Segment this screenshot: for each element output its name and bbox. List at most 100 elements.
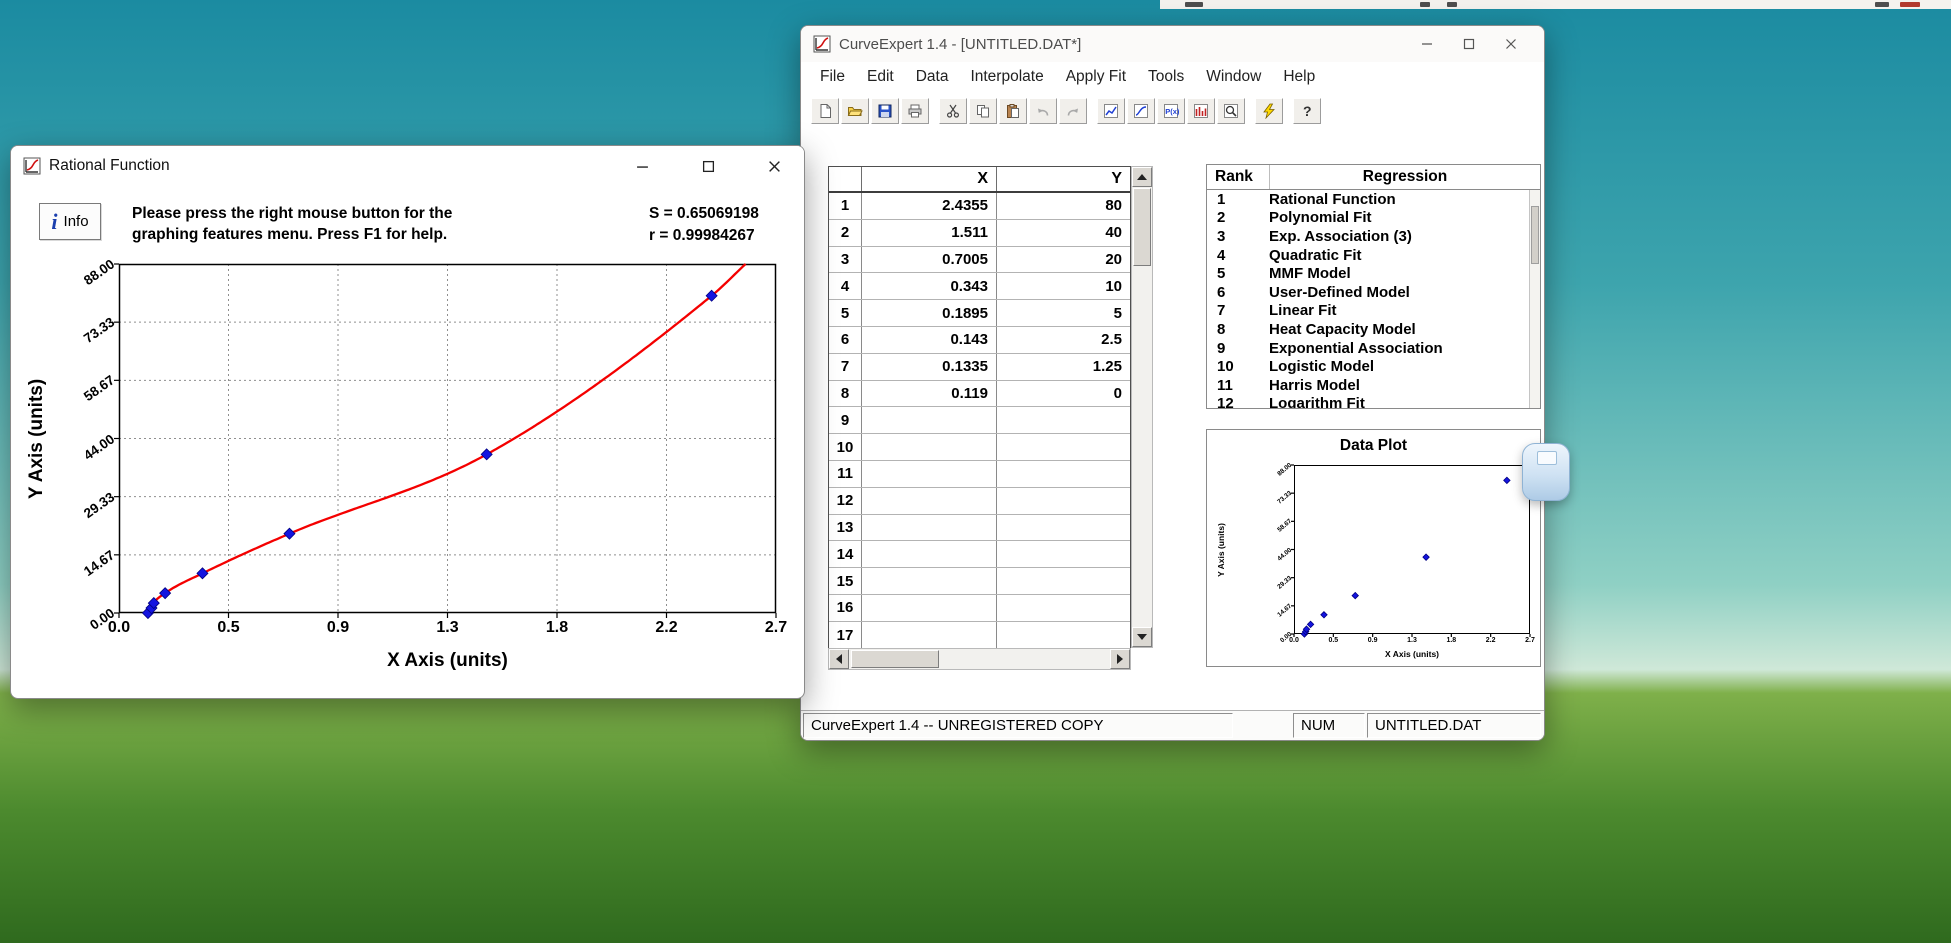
corner-header-cell[interactable] (829, 167, 862, 191)
cell-x[interactable]: 0.119 (862, 380, 997, 407)
regression-list-item[interactable]: 8 Heat Capacity Model (1207, 320, 1540, 339)
row-number[interactable]: 14 (829, 541, 862, 568)
scroll-up-button[interactable] (1132, 167, 1152, 187)
cell-x[interactable]: 0.143 (862, 326, 997, 353)
help-button[interactable]: ? (1293, 98, 1321, 124)
cell-x[interactable] (862, 621, 997, 649)
row-number[interactable]: 3 (829, 246, 862, 273)
cell-x[interactable]: 0.1895 (862, 300, 997, 326)
row-number[interactable]: 11 (829, 460, 862, 487)
row-number[interactable]: 9 (829, 407, 862, 434)
menu-data[interactable]: Data (905, 68, 960, 86)
menu-apply-fit[interactable]: Apply Fit (1055, 68, 1137, 86)
regression-list-item[interactable]: 12 Logarithm Fit (1207, 395, 1540, 408)
cell-y[interactable]: 10 (997, 273, 1130, 299)
cell-y[interactable] (997, 461, 1130, 487)
row-number[interactable]: 5 (829, 300, 862, 326)
table-vertical-scrollbar[interactable] (1131, 166, 1153, 648)
cell-y[interactable]: 20 (997, 247, 1130, 273)
table-horizontal-scrollbar[interactable] (828, 648, 1131, 670)
zoom-fit-button[interactable] (1217, 98, 1245, 124)
paste-button[interactable] (999, 98, 1027, 124)
column-header-y[interactable]: Y (997, 167, 1130, 191)
cell-x[interactable] (862, 594, 997, 621)
row-number[interactable]: 17 (829, 621, 862, 649)
cell-x[interactable]: 1.511 (862, 219, 997, 246)
cell-y[interactable] (997, 595, 1130, 621)
menu-file[interactable]: File (809, 68, 856, 86)
redo-button[interactable] (1059, 98, 1087, 124)
cell-y[interactable] (997, 488, 1130, 514)
cell-y[interactable]: 0 (997, 381, 1130, 407)
rank-fits-button[interactable] (1187, 98, 1215, 124)
cell-x[interactable]: 0.1335 (862, 353, 997, 380)
cell-x[interactable] (862, 460, 997, 487)
scrollbar-thumb[interactable] (1531, 206, 1539, 264)
cell-y[interactable] (997, 434, 1130, 460)
row-number[interactable]: 7 (829, 353, 862, 380)
row-number[interactable]: 4 (829, 273, 862, 300)
row-number[interactable]: 2 (829, 219, 862, 246)
linear-fit-button[interactable] (1097, 98, 1125, 124)
scroll-down-button[interactable] (1132, 627, 1152, 647)
cell-y[interactable] (997, 515, 1130, 541)
cell-y[interactable] (997, 622, 1130, 649)
usb-device-icon[interactable] (1522, 443, 1570, 501)
menu-interpolate[interactable]: Interpolate (959, 68, 1054, 86)
regression-list-item[interactable]: 1 Rational Function (1207, 190, 1540, 209)
regression-list-item[interactable]: 6 User-Defined Model (1207, 283, 1540, 302)
cell-x[interactable] (862, 487, 997, 514)
rank-scrollbar[interactable] (1529, 190, 1540, 408)
fit-plot-area[interactable] (114, 263, 777, 620)
regression-list-item[interactable]: 2 Polynomial Fit (1207, 209, 1540, 228)
scrollbar-thumb[interactable] (1133, 188, 1151, 266)
save-button[interactable] (871, 98, 899, 124)
undo-button[interactable] (1029, 98, 1057, 124)
open-file-button[interactable] (841, 98, 869, 124)
minimize-button[interactable] (1406, 29, 1448, 59)
row-number[interactable]: 16 (829, 594, 862, 621)
cell-x[interactable]: 0.7005 (862, 246, 997, 273)
print-button[interactable] (901, 98, 929, 124)
cut-button[interactable] (939, 98, 967, 124)
menu-help[interactable]: Help (1272, 68, 1326, 86)
row-number[interactable]: 10 (829, 434, 862, 460)
polynomial-fit-button[interactable]: P(x) (1157, 98, 1185, 124)
cell-x[interactable] (862, 514, 997, 541)
regression-list-item[interactable]: 4 Quadratic Fit (1207, 246, 1540, 265)
cell-x[interactable] (862, 568, 997, 594)
cell-x[interactable]: 0.343 (862, 273, 997, 300)
regression-list-item[interactable]: 7 Linear Fit (1207, 302, 1540, 321)
cell-y[interactable]: 80 (997, 193, 1130, 219)
regression-list-item[interactable]: 9 Exponential Association (1207, 339, 1540, 358)
column-header-x[interactable]: X (862, 167, 997, 191)
new-file-button[interactable] (811, 98, 839, 124)
cell-x[interactable] (862, 541, 997, 568)
mini-plot-area[interactable] (1291, 464, 1531, 638)
scrollbar-thumb[interactable] (851, 650, 939, 668)
regression-list-item[interactable]: 5 MMF Model (1207, 264, 1540, 283)
run-fit-button[interactable] (1255, 98, 1283, 124)
cell-x[interactable]: 2.4355 (862, 193, 997, 219)
menu-window[interactable]: Window (1195, 68, 1272, 86)
mini-chart[interactable]: 0.0 0.5 0.9 1.3 1.8 2.2 2.7 0.00 14.67 29.33 44.00… (1207, 430, 1540, 666)
regression-list-item[interactable]: 11 Harris Model (1207, 376, 1540, 395)
scroll-right-button[interactable] (1110, 649, 1130, 669)
cell-y[interactable]: 40 (997, 220, 1130, 246)
row-number[interactable]: 8 (829, 380, 862, 407)
row-number[interactable]: 1 (829, 193, 862, 219)
cell-y[interactable]: 1.25 (997, 354, 1130, 380)
main-title-bar[interactable]: CurveExpert 1.4 - [UNTITLED.DAT*] (801, 26, 1544, 62)
cell-y[interactable] (997, 407, 1130, 433)
fit-chart[interactable]: 0.0 0.5 0.9 1.3 1.8 2.2 2.7 0.00 14.67 29.33 44.00… (11, 146, 804, 698)
row-number[interactable]: 12 (829, 487, 862, 514)
close-button[interactable] (1490, 29, 1532, 59)
cell-y[interactable]: 2.5 (997, 327, 1130, 353)
menu-tools[interactable]: Tools (1137, 68, 1195, 86)
row-number[interactable]: 13 (829, 514, 862, 541)
regression-list-item[interactable]: 10 Logistic Model (1207, 357, 1540, 376)
cell-y[interactable] (997, 541, 1130, 567)
regression-list-item[interactable]: 3 Exp. Association (3) (1207, 227, 1540, 246)
row-number[interactable]: 6 (829, 326, 862, 353)
copy-button[interactable] (969, 98, 997, 124)
